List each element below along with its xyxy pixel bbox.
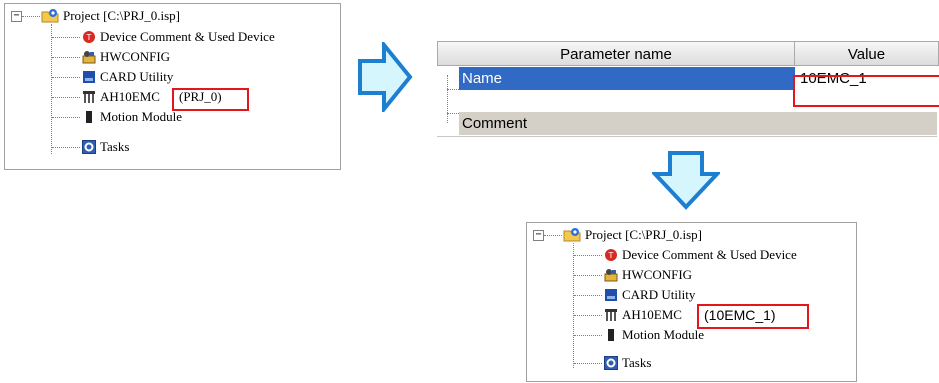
tree-node-motion-module[interactable]: Motion Module [527,325,852,345]
project-tree-before: − Project [C:\PRJ_0.isp] T Device Commen… [4,3,341,170]
tree-node-tasks[interactable]: Tasks [5,137,335,157]
tree-node-label: Device Comment & Used Device [622,247,797,262]
tree-node-project[interactable]: Project [C:\PRJ_0.isp] [5,6,335,26]
tree-node-hwconfig[interactable]: HWCONFIG [5,47,335,67]
tree-node-label: Device Comment & Used Device [100,29,275,44]
tree-node-device-comment[interactable]: T Device Comment & Used Device [527,245,852,265]
tree-node-label: Tasks [100,139,130,154]
tree-node-label: CARD Utility [100,69,174,84]
param-row-name[interactable]: Name [459,67,795,90]
arrow-right-icon [358,42,413,112]
tree-node-label: HWCONFIG [100,49,171,64]
project-folder-icon [41,9,59,23]
tree-node-label: AH10EMC [100,89,160,104]
motion-module-icon [86,111,92,123]
tree-node-label: Motion Module [100,109,182,124]
tree-node-tasks[interactable]: Tasks [527,353,852,373]
tree-node-motion-module[interactable]: Motion Module [5,107,335,127]
tree-node-ah10emc[interactable]: AH10EMC (PRJ_0) [5,87,335,107]
device-comment-icon: T [83,31,95,43]
tree-node-hwconfig[interactable]: HWCONFIG [527,265,852,285]
parameter-table: Parameter name Value Name 10EMC_1 Commen… [437,41,939,141]
tree-node-label: Motion Module [622,327,704,342]
tasks-icon [82,140,96,154]
motion-module-icon [608,329,614,341]
project-folder-icon [563,228,581,242]
svg-text:T: T [86,33,92,42]
module-icon [83,91,95,103]
project-tree-after: − Project [C:\PRJ_0.isp] T Device Commen… [526,222,857,382]
tree-node-label: AH10EMC [622,307,682,322]
card-utility-icon [83,71,95,83]
module-icon [605,309,617,321]
tree-node-device-comment[interactable]: T Device Comment & Used Device [5,27,335,47]
tree-node-label: Project [C:\PRJ_0.isp] [63,8,181,23]
header-value[interactable]: Value [794,41,939,66]
tree-node-card-utility[interactable]: CARD Utility [5,67,335,87]
tree-node-card-utility[interactable]: CARD Utility [527,285,852,305]
header-parameter-name[interactable]: Parameter name [437,41,795,66]
tree-node-label: Tasks [622,355,652,370]
param-row-comment[interactable]: Comment [459,112,795,135]
svg-text:T: T [608,251,614,260]
arrow-down-icon [652,151,720,210]
tree-node-label: HWCONFIG [622,267,693,282]
hwconfig-icon [82,51,96,64]
tree-node-label: Project [C:\PRJ_0.isp] [585,227,703,242]
highlight-box [793,75,939,107]
device-comment-icon: T [605,249,617,261]
tree-node-label: CARD Utility [622,287,696,302]
hwconfig-icon [604,269,618,282]
tree-node-project[interactable]: Project [C:\PRJ_0.isp] [527,225,852,245]
card-utility-icon [605,289,617,301]
tasks-icon [604,356,618,370]
param-comment-value[interactable] [795,112,937,135]
